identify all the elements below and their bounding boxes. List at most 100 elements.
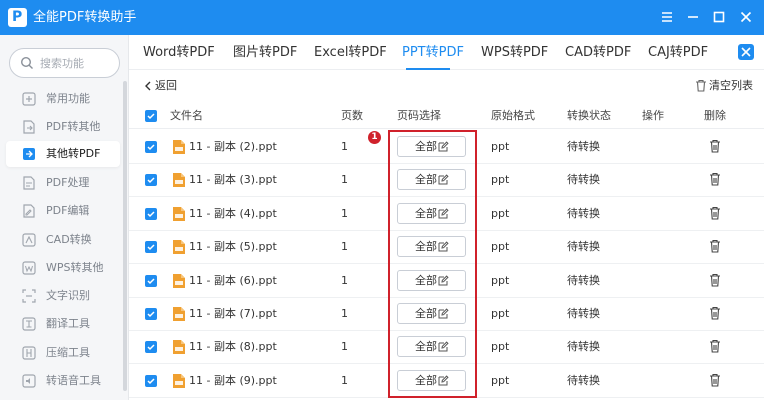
- original-format: ppt: [491, 374, 510, 387]
- check-icon: [147, 113, 155, 120]
- original-format: ppt: [491, 274, 510, 287]
- conversion-status: 待转换: [567, 240, 600, 253]
- wps-icon: [22, 261, 36, 275]
- row-checkbox[interactable]: [145, 375, 157, 387]
- header-status: 转换状态: [567, 109, 611, 122]
- conversion-status: 待转换: [567, 274, 600, 287]
- check-icon: [147, 177, 155, 184]
- sidebar-item-common[interactable]: 常用功能: [6, 86, 120, 112]
- file-import-icon: [23, 148, 35, 160]
- delete-row-trash-icon[interactable]: [709, 239, 721, 253]
- close-panel-button[interactable]: [738, 44, 754, 60]
- file-edit-icon: [23, 176, 35, 190]
- file-name: 11 - 副本 (9).ppt: [189, 374, 277, 387]
- header-filename: 文件名: [170, 109, 203, 122]
- page-count: 1: [341, 374, 348, 387]
- delete-row-trash-icon[interactable]: [709, 273, 721, 287]
- minimize-icon: [688, 16, 698, 18]
- search-input[interactable]: [40, 55, 116, 72]
- compress-icon: [22, 346, 36, 360]
- tab-cad-to-pdf[interactable]: CAD转PDF: [565, 44, 631, 61]
- sidebar-item-compress[interactable]: 压缩工具: [6, 340, 120, 366]
- page-count: 1: [341, 173, 348, 186]
- check-icon: [147, 378, 155, 385]
- translate-icon: [22, 317, 36, 331]
- header-page-select: 页码选择: [397, 109, 441, 122]
- trash-icon: [696, 79, 706, 92]
- ppt-file-icon: [173, 207, 185, 221]
- pencil-icon: [23, 204, 35, 218]
- sidebar-item-tts[interactable]: 转语音工具: [6, 368, 120, 394]
- sidebar: 常用功能 PDF转其他 其他转PDF PDF处理 PDF编辑 CAD转换 WPS…: [0, 35, 129, 400]
- original-format: ppt: [491, 240, 510, 253]
- active-tab-indicator: [406, 68, 450, 70]
- delete-row-trash-icon[interactable]: [709, 172, 721, 186]
- row-checkbox[interactable]: [145, 141, 157, 153]
- maximize-icon: [713, 11, 725, 23]
- tab-wps-to-pdf[interactable]: WPS转PDF: [481, 44, 548, 61]
- ppt-file-icon: [173, 274, 185, 288]
- conversion-status: 待转换: [567, 340, 600, 353]
- tab-ppt-to-pdf[interactable]: PPT转PDF: [402, 44, 464, 61]
- original-format: ppt: [491, 207, 510, 220]
- clear-list-button[interactable]: 清空列表: [695, 78, 753, 94]
- row-checkbox[interactable]: [145, 174, 157, 186]
- app-logo-icon: P: [8, 8, 27, 27]
- sidebar-item-wps[interactable]: WPS转其他: [6, 255, 120, 281]
- page-count: 1: [341, 240, 348, 253]
- conversion-status: 待转换: [567, 374, 600, 387]
- speaker-icon: [22, 374, 36, 388]
- sidebar-item-other-to-pdf[interactable]: 其他转PDF: [6, 141, 120, 167]
- delete-row-trash-icon[interactable]: [709, 339, 721, 353]
- sidebar-item-cad[interactable]: CAD转换: [6, 227, 120, 253]
- sidebar-item-ocr[interactable]: 文字识别: [6, 283, 120, 309]
- ppt-file-icon: [173, 173, 185, 187]
- maximize-button[interactable]: [709, 7, 729, 27]
- file-name: 11 - 副本 (6).ppt: [189, 274, 277, 287]
- app-title: 全能PDF转换助手: [33, 10, 137, 25]
- ocr-icon: [22, 289, 36, 303]
- row-checkbox[interactable]: [145, 308, 157, 320]
- tab-word-to-pdf[interactable]: Word转PDF: [143, 44, 215, 61]
- sidebar-item-translate[interactable]: 翻译工具: [6, 311, 120, 337]
- tab-image-to-pdf[interactable]: 图片转PDF: [233, 44, 297, 61]
- tab-caj-to-pdf[interactable]: CAJ转PDF: [648, 44, 708, 61]
- select-all-checkbox[interactable]: [145, 110, 157, 122]
- page-count: 1: [341, 207, 348, 220]
- sidebar-item-pdf-to-other[interactable]: PDF转其他: [6, 114, 120, 140]
- chevron-left-icon: [145, 81, 151, 91]
- file-name: 11 - 副本 (3).ppt: [189, 173, 277, 186]
- sidebar-item-pdf-process[interactable]: PDF处理: [6, 170, 120, 196]
- row-checkbox[interactable]: [145, 341, 157, 353]
- sidebar-item-pdf-edit[interactable]: PDF编辑: [6, 198, 120, 224]
- check-icon: [147, 311, 155, 318]
- search-icon: [20, 56, 33, 69]
- table-header: 文件名 页数 页码选择 原始格式 转换状态 操作 删除: [129, 103, 764, 129]
- tab-excel-to-pdf[interactable]: Excel转PDF: [314, 44, 387, 61]
- back-label: 返回: [155, 79, 177, 92]
- close-window-button[interactable]: [736, 7, 756, 27]
- row-checkbox[interactable]: [145, 208, 157, 220]
- sidebar-scrollbar[interactable]: [123, 81, 127, 391]
- delete-row-trash-icon[interactable]: [709, 139, 721, 153]
- page-count: 1: [341, 340, 348, 353]
- page-count: 1: [341, 140, 348, 153]
- menu-icon: [662, 12, 672, 22]
- original-format: ppt: [491, 340, 510, 353]
- row-checkbox[interactable]: [145, 275, 157, 287]
- check-icon: [147, 344, 155, 351]
- clear-list-label: 清空列表: [709, 79, 753, 92]
- page-count: 1: [341, 307, 348, 320]
- sidebar-item-label: 转语音工具: [46, 374, 101, 387]
- delete-row-trash-icon[interactable]: [709, 373, 721, 387]
- row-checkbox[interactable]: [145, 241, 157, 253]
- cad-icon: [22, 233, 36, 247]
- minimize-button[interactable]: [683, 7, 703, 27]
- tab-bar: Word转PDF 图片转PDF Excel转PDF PPT转PDF WPS转PD…: [129, 35, 764, 70]
- conversion-status: 待转换: [567, 140, 600, 153]
- close-icon: [741, 47, 751, 57]
- delete-row-trash-icon[interactable]: [709, 306, 721, 320]
- delete-row-trash-icon[interactable]: [709, 206, 721, 220]
- ppt-file-icon: [173, 240, 185, 254]
- menu-button[interactable]: [657, 7, 677, 27]
